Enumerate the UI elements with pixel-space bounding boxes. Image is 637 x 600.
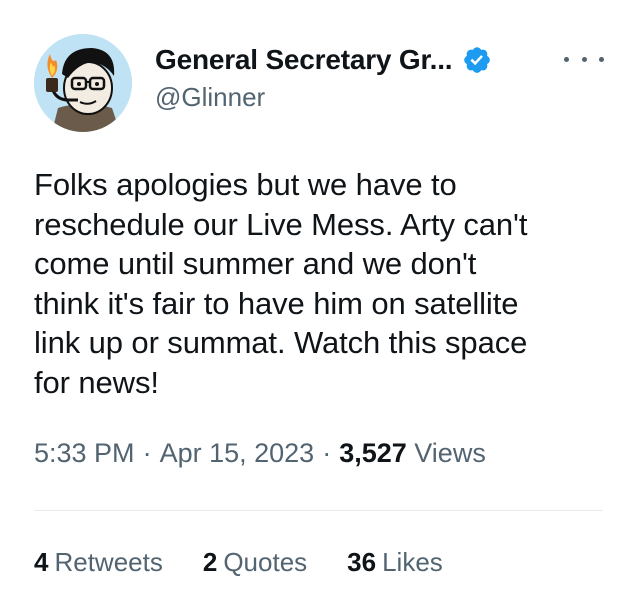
retweets-count: 4 [34, 547, 49, 577]
engagement-stats: 4 Retweets 2 Quotes 36 Likes [34, 547, 483, 578]
display-name-row: General Secretary Gr... [155, 40, 492, 80]
views-label: Views [414, 438, 486, 468]
likes-count: 36 [347, 547, 377, 577]
retweets-stat[interactable]: 4 Retweets [34, 547, 163, 578]
separator: · [142, 438, 152, 468]
retweets-label: Retweets [54, 547, 163, 577]
tweet-text: Folks apologies but we have to reschedul… [34, 167, 528, 400]
display-name[interactable]: General Secretary Gr... [155, 44, 453, 76]
likes-stat[interactable]: 36 Likes [347, 547, 443, 578]
more-options-icon[interactable] [564, 44, 604, 74]
user-handle[interactable]: @Glinner [155, 82, 265, 113]
avatar[interactable] [34, 34, 132, 132]
views-count: 3,527 [339, 438, 407, 468]
dot-icon [599, 56, 604, 62]
dot-icon [564, 56, 569, 62]
tweet-meta: 5:33 PM · Apr 15, 2023 · 3,527 Views [34, 438, 486, 469]
divider [34, 510, 603, 511]
cartoon-man-avatar-icon [34, 34, 132, 132]
tweet-date[interactable]: Apr 15, 2023 [160, 438, 315, 468]
quotes-count: 2 [202, 547, 218, 577]
quotes-stat[interactable]: 2 Quotes [203, 547, 307, 578]
verified-badge-icon[interactable] [462, 45, 492, 75]
quotes-label: Quotes [223, 547, 308, 577]
dot-icon [581, 56, 587, 62]
separator: · [322, 438, 332, 468]
tweet-card: General Secretary Gr... @Glinner Folks a… [0, 0, 637, 600]
tweet-time[interactable]: 5:33 PM [34, 438, 135, 468]
likes-label: Likes [382, 547, 443, 577]
